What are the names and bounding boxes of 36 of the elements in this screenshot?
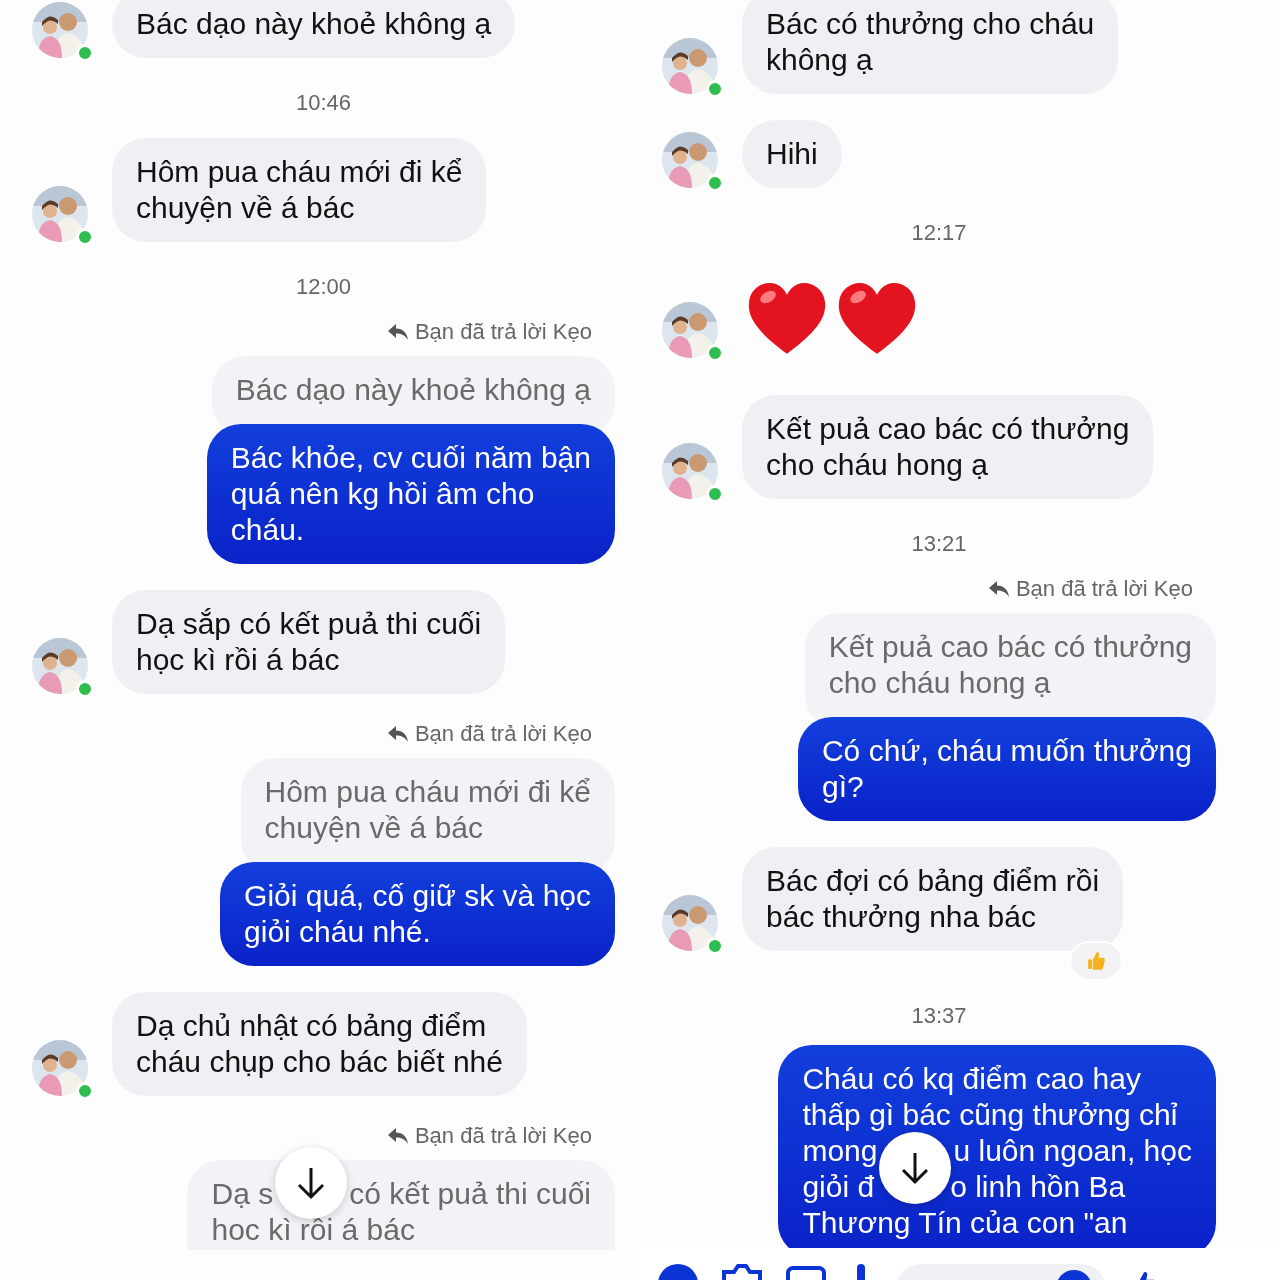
message-bubble: Kết puả cao bác có thưởng cho cháu hong ạ xyxy=(742,395,1154,499)
reply-icon xyxy=(987,580,1010,598)
message-bubble: Giỏi quá, cố giữ sk và học giỏi cháu nhé. xyxy=(220,862,615,966)
message-text: Dạ s xyxy=(211,1176,274,1212)
arrow-down-icon xyxy=(296,1166,327,1200)
message-text: Cháu có kq điểm cao hay xyxy=(802,1061,1141,1097)
message-text: thấp gì bác cũng thưởng chỉ xyxy=(802,1097,1178,1133)
message-text: mong xyxy=(802,1133,878,1169)
message-bubble: Hôm pua cháu mới đi kể chuyện về á bác xyxy=(112,138,487,242)
reply-note: Bạn đã trả lời Kẹo xyxy=(414,722,592,746)
message-bubble: Dạ sắp có kết puả thi cuối học kì rồi á bác xyxy=(112,590,506,694)
reply-icon xyxy=(386,323,409,341)
message-bubble: Hihi xyxy=(742,120,842,188)
message-text: Thương Tín của con "an xyxy=(802,1205,1128,1241)
message-text: giỏi đ xyxy=(802,1169,875,1205)
message-text: o linh hồn Ba xyxy=(950,1169,1126,1205)
reply-note: Bạn đã trả lời Kẹo xyxy=(1015,577,1193,601)
message-bubble: Bác đợi có bảng điểm rồi bác thưởng nha bác xyxy=(742,847,1124,951)
message-text: u luôn ngoan, học xyxy=(953,1133,1192,1169)
message-bubble: Bác dạo này khoẻ không ạ xyxy=(112,0,516,58)
timestamp: 13:21 xyxy=(910,530,968,558)
timestamp: 13:37 xyxy=(910,1002,968,1030)
message-bubble: Có chứ, cháu muốn thưởng gì? xyxy=(797,717,1216,821)
arrow-down-icon xyxy=(900,1151,931,1185)
message-bubble: Dạ chủ nhật có bảng điểm cháu chụp cho bác biết nhé xyxy=(112,992,527,1096)
timestamp: 10:46 xyxy=(294,89,353,117)
timestamp: 12:17 xyxy=(910,219,968,247)
reply-note: Bạn đã trả lời Kẹo xyxy=(414,320,592,344)
reply-icon xyxy=(386,1127,409,1145)
timestamp: 12:00 xyxy=(294,273,353,301)
message-bubble: Bác có thưởng cho cháu không ạ xyxy=(742,0,1119,94)
message-text: có kết puả thi cuối xyxy=(349,1176,591,1212)
message-bubble: Bác khỏe, cv cuối năm bận quá nên kg hồi âm cho cháu. xyxy=(206,424,615,564)
reply-note: Bạn đã trả lời Kẹo xyxy=(414,1124,592,1148)
reply-icon xyxy=(386,725,409,743)
message-text: hoc kì rồi á bác xyxy=(211,1212,415,1248)
